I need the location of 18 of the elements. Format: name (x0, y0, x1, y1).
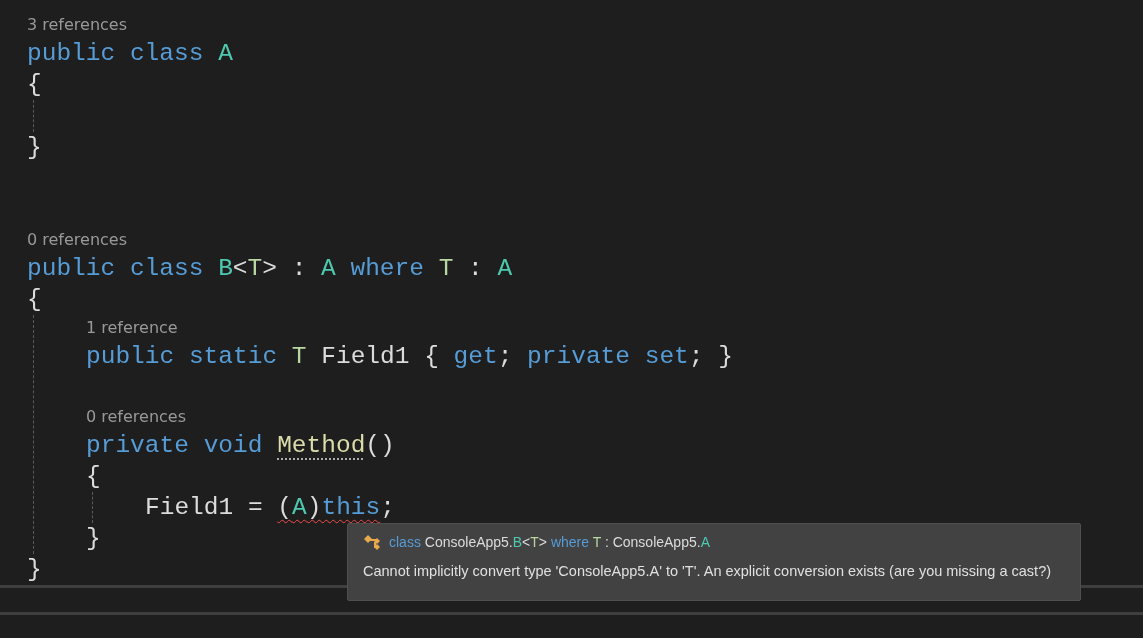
code-line: public static T Field1 { get; private set; } (86, 342, 733, 372)
code-line: { (86, 462, 101, 492)
code-line: } (86, 524, 101, 554)
class-icon (363, 534, 383, 550)
code-line: { (27, 70, 42, 100)
reference-count[interactable]: 1 reference (86, 315, 178, 341)
code-line: private void Method() (86, 431, 395, 461)
code-line: } (27, 133, 42, 163)
type-signature: class ConsoleApp5.B<T> where T : ConsoleApp5.A (389, 534, 710, 550)
code-line: Field1 = (A)this; (145, 493, 395, 523)
code-line: public class A (27, 39, 233, 69)
reference-count[interactable]: 0 references (27, 227, 127, 253)
code-line: { (27, 285, 42, 315)
code-line: } (27, 555, 42, 585)
error-message: Cannot implicitly convert type 'ConsoleApp5.A' to 'T'. An explicit conversion exists (are you missing a cast?) (363, 563, 1053, 579)
reference-count[interactable]: 3 references (27, 12, 127, 38)
code-line: public class B<T> : A where T : A (27, 254, 513, 284)
reference-count[interactable]: 0 references (86, 404, 186, 430)
